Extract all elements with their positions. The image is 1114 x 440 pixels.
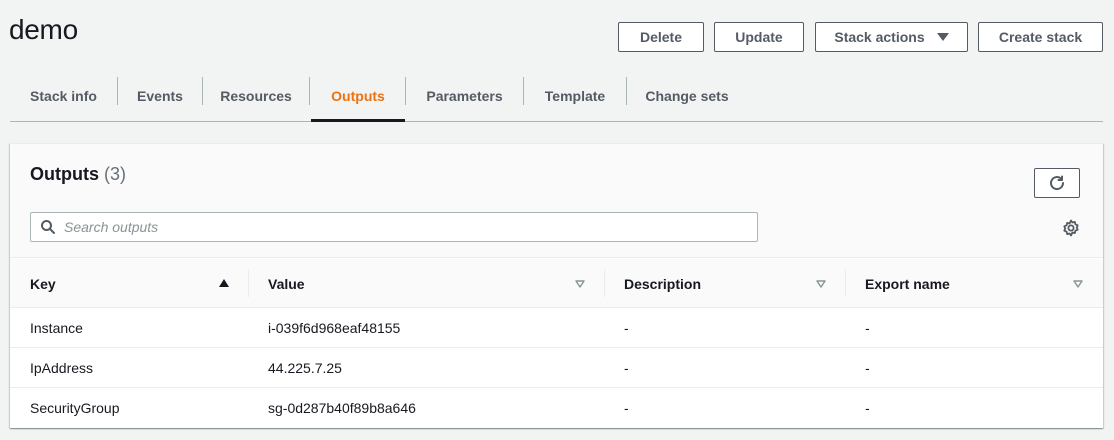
stack-actions-label: Stack actions [834, 29, 925, 45]
tab-resources[interactable]: Resources [203, 70, 309, 121]
cell-value: sg-0d287b40f89b8a646 [268, 400, 416, 416]
tab-parameters[interactable]: Parameters [406, 70, 523, 121]
column-divider [845, 269, 846, 297]
table-row: IpAddress 44.225.7.25 - - [10, 348, 1103, 388]
outputs-title-label: Outputs [30, 164, 99, 184]
refresh-button[interactable] [1034, 168, 1080, 198]
tab-outputs[interactable]: Outputs [311, 70, 405, 122]
update-button[interactable]: Update [714, 22, 804, 52]
cell-description: - [624, 320, 629, 336]
search-box [30, 212, 758, 242]
column-header-key[interactable]: Key [30, 259, 56, 308]
create-stack-button[interactable]: Create stack [978, 22, 1103, 52]
caret-down-outline-icon[interactable] [816, 280, 826, 288]
caret-down-outline-icon[interactable] [1073, 280, 1083, 288]
tab-events[interactable]: Events [118, 70, 202, 121]
column-header-description[interactable]: Description [624, 259, 701, 308]
outputs-title: Outputs (3) [30, 164, 126, 185]
cell-export-name: - [865, 400, 870, 416]
cell-key: SecurityGroup [30, 400, 120, 416]
outputs-panel: Outputs (3) Search outputs Key Value Des… [10, 143, 1103, 428]
refresh-icon [1048, 174, 1066, 192]
tab-bar: Stack info Events Resources Outputs Para… [10, 70, 1103, 122]
caret-down-outline-icon[interactable] [575, 280, 585, 288]
tab-template[interactable]: Template [524, 70, 626, 121]
cell-key: IpAddress [30, 360, 94, 376]
delete-button[interactable]: Delete [618, 22, 704, 52]
page-title: demo [9, 14, 78, 45]
gear-icon[interactable] [1062, 219, 1080, 237]
cell-export-name: - [865, 320, 870, 336]
cell-value: 44.225.7.25 [268, 360, 342, 376]
caret-down-icon [936, 33, 949, 41]
column-divider [248, 269, 249, 297]
tab-change-sets[interactable]: Change sets [627, 70, 747, 121]
search-input[interactable] [64, 214, 757, 240]
caret-up-icon[interactable] [219, 279, 229, 287]
table-row: Instance i-039f6d968eaf48155 - - [10, 308, 1103, 348]
column-divider [604, 269, 605, 297]
tab-stack-info[interactable]: Stack info [10, 70, 117, 121]
cell-description: - [624, 360, 629, 376]
cell-description: - [624, 400, 629, 416]
outputs-panel-header: Outputs (3) [10, 144, 1103, 258]
stack-actions-button[interactable]: Stack actions [815, 22, 968, 52]
tab-divider [309, 77, 310, 105]
outputs-count: (3) [104, 164, 126, 184]
cell-key: Instance [30, 320, 83, 336]
search-icon [40, 219, 56, 235]
cell-export-name: - [865, 360, 870, 376]
outputs-table-header: Key Value Description Export name [10, 259, 1103, 308]
column-header-export-name[interactable]: Export name [865, 259, 950, 308]
table-row: SecurityGroup sg-0d287b40f89b8a646 - - [10, 388, 1103, 428]
cell-value: i-039f6d968eaf48155 [268, 320, 401, 336]
column-header-value[interactable]: Value [268, 259, 305, 308]
